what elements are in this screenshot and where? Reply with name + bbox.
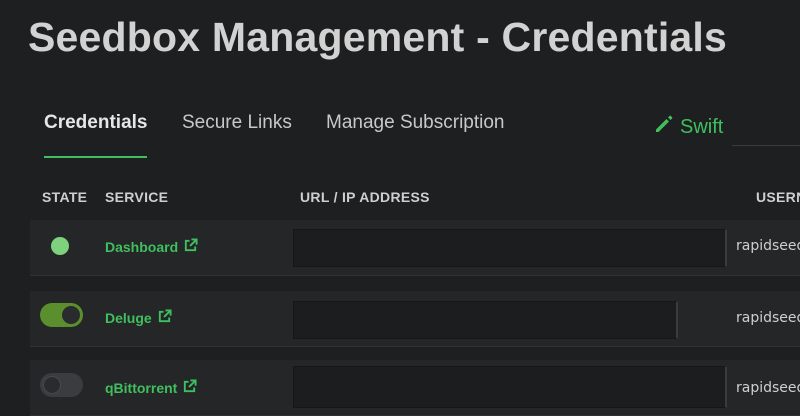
column-header-state: STATE <box>42 189 88 205</box>
username-value: rapidseed <box>736 238 800 254</box>
service-name: qBittorrent <box>105 380 178 396</box>
url-field[interactable] <box>293 301 678 339</box>
username-value: rapidseed <box>736 310 800 326</box>
swift-label: Swift <box>680 115 724 138</box>
pencil-icon <box>654 114 674 140</box>
table-row: Deluge rapidseed <box>30 291 800 347</box>
service-link-qbittorrent[interactable]: qBittorrent <box>105 379 197 397</box>
external-link-icon <box>157 309 172 327</box>
column-header-username: USERN <box>756 189 800 205</box>
swift-button[interactable]: Swift <box>654 114 723 140</box>
service-link-deluge[interactable]: Deluge <box>105 309 172 327</box>
page-title: Seedbox Management - Credentials <box>28 14 728 60</box>
external-link-icon <box>183 238 198 256</box>
service-name: Dashboard <box>105 239 179 255</box>
state-toggle[interactable] <box>40 303 83 327</box>
status-dot <box>51 237 69 255</box>
tab-manage-subscription[interactable]: Manage Subscription <box>326 112 505 158</box>
divider <box>732 145 800 146</box>
service-name: Deluge <box>105 310 152 326</box>
column-header-url: URL / IP ADDRESS <box>300 189 430 205</box>
table-row: qBittorrent rapidseed <box>30 360 800 416</box>
column-header-service: SERVICE <box>105 189 169 205</box>
url-field[interactable] <box>293 229 727 267</box>
service-link-dashboard[interactable]: Dashboard <box>105 238 198 256</box>
external-link-icon <box>182 379 197 397</box>
username-value: rapidseed <box>736 380 800 396</box>
table-row: Dashboard rapidseed <box>30 220 800 276</box>
state-toggle[interactable] <box>40 373 83 397</box>
url-field[interactable] <box>293 366 727 408</box>
tab-credentials[interactable]: Credentials <box>44 112 148 158</box>
tab-secure-links[interactable]: Secure Links <box>182 112 292 158</box>
